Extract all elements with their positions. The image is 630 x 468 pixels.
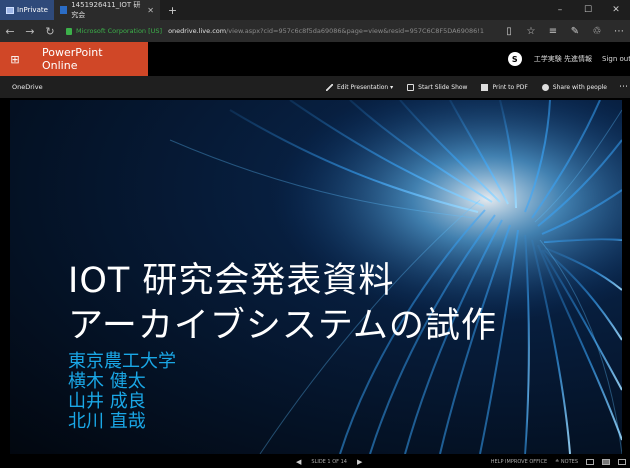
status-bar: ◀ SLIDE 1 OF 14 ▶ HELP IMPROVE OFFICE ≙ … [0,456,630,468]
web-note-icon[interactable]: ✎ [564,26,586,37]
share-with-people-label: Share with people [552,83,607,91]
window-controls: – ☐ ✕ [546,5,630,15]
command-bar: OneDrive Edit Presentation ▾ Start Slide… [0,76,630,98]
help-improve-office-link[interactable]: HELP IMPROVE OFFICE [491,459,547,465]
slide-subtitle-line: 横木 健太 [68,371,146,392]
start-slide-show-label: Start Slide Show [418,83,468,91]
hub-icon[interactable]: ≡ [542,26,564,37]
app-launcher-button[interactable]: ⊞ [0,42,30,76]
edit-presentation-button[interactable]: Edit Presentation ▾ [326,83,394,91]
pencil-icon [326,83,333,91]
slide-subtitle-line: 東京農工大学 [68,351,176,372]
refresh-button[interactable]: ↻ [40,25,60,38]
app-name[interactable]: PowerPoint Online [30,42,148,76]
slide-title-line-1: IOT 研究会発表資料 [68,261,395,301]
back-button[interactable]: ← [0,25,20,38]
browser-tab[interactable]: 1451926411_IOT 研究会 ✕ [53,0,160,20]
notes-toggle[interactable]: ≙ NOTES [555,459,578,465]
maximize-button[interactable]: ☐ [574,5,602,15]
normal-view-icon[interactable] [586,459,594,465]
skype-icon[interactable]: S [507,52,522,66]
tab-title: 1451926411_IOT 研究会 [71,1,141,19]
share-icon[interactable]: ♲ [586,26,608,37]
print-to-pdf-label: Print to PDF [492,83,528,91]
printer-icon [481,83,489,91]
inprivate-badge: InPrivate [0,0,54,20]
slide-counter: SLIDE 1 OF 14 [311,459,347,465]
slide-pager: ◀ SLIDE 1 OF 14 ▶ [286,458,372,466]
edit-presentation-label: Edit Presentation ▾ [337,83,394,91]
slideshow-view-icon[interactable] [618,459,626,465]
reading-view-icon[interactable]: ▯ [498,26,520,37]
app-header: ⊞ PowerPoint Online S 工学実験 先進情報 Sign out [0,42,630,76]
next-slide-button[interactable]: ▶ [357,458,362,466]
browser-tab-bar: InPrivate 1451926411_IOT 研究会 ✕ + – ☐ ✕ [0,0,630,20]
slide-stage: IOT 研究会発表資料 アーカイブシステムの試作 東京農工大学 横木 健太 山井… [0,98,630,456]
address-field[interactable]: Microsoft Corporation [US] onedrive.live… [66,23,486,39]
tab-close-button[interactable]: ✕ [147,6,154,15]
address-bar-row: ← → ↻ Microsoft Corporation [US] onedriv… [0,20,630,42]
account-company: 工学実験 先進情報 [533,55,592,63]
site-identity: Microsoft Corporation [US] [76,27,163,35]
close-window-button[interactable]: ✕ [602,5,630,15]
forward-button[interactable]: → [20,25,40,38]
slide-subtitle-line: 山井 成良 [68,391,146,412]
url-host: onedrive.live.com [168,27,227,35]
inprivate-label: InPrivate [17,6,48,14]
more-actions-icon[interactable]: ⋯ [608,26,630,37]
slide-1[interactable]: IOT 研究会発表資料 アーカイブシステムの試作 東京農工大学 横木 健太 山井… [10,100,622,454]
url-path: /view.aspx?cid=957c6c8f5da69086&page=vie… [226,27,484,35]
minimize-button[interactable]: – [546,5,574,15]
command-buttons: Edit Presentation ▾ Start Slide Show Pri… [312,82,630,92]
status-right: HELP IMPROVE OFFICE ≙ NOTES [483,459,626,465]
sign-out-link[interactable]: Sign out [602,55,630,63]
print-to-pdf-button[interactable]: Print to PDF [481,83,528,91]
favorite-star-icon[interactable]: ☆ [520,26,542,37]
previous-slide-button[interactable]: ◀ [296,458,301,466]
lock-icon [66,27,72,35]
slide-subtitle-line: 北川 直哉 [68,411,146,432]
powerpoint-favicon-icon [59,6,68,14]
reading-view-icon[interactable] [602,459,610,465]
slide-title-line-2: アーカイブシステムの試作 [68,306,497,346]
more-commands-button[interactable]: ⋯ [619,82,628,92]
share-with-people-button[interactable]: Share with people [541,83,607,91]
breadcrumb-onedrive[interactable]: OneDrive [12,83,43,91]
people-icon [541,83,549,91]
browser-toolbar-icons: ▯ ☆ ≡ ✎ ♲ ⋯ [498,26,630,37]
inprivate-icon [6,6,14,14]
new-tab-button[interactable]: + [168,4,177,17]
monitor-icon [407,83,415,91]
start-slide-show-button[interactable]: Start Slide Show [407,83,468,91]
